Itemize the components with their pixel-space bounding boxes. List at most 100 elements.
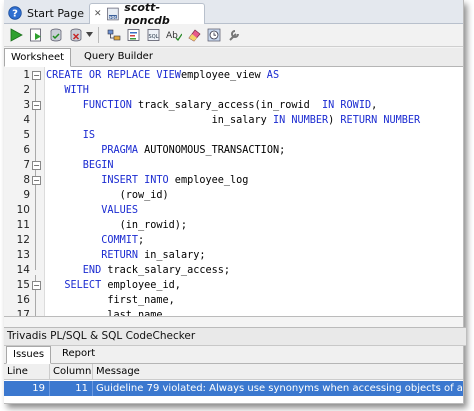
code-line[interactable]: 8− INSERT INTO employee_log bbox=[4, 173, 463, 188]
codechecker-panel-title: Trivadis PL/SQL & SQL CodeChecker bbox=[4, 327, 466, 346]
code-line[interactable]: 11 (in_rowid); bbox=[4, 218, 463, 233]
explain-plan-icon[interactable] bbox=[106, 27, 122, 43]
fold-toggle-icon[interactable]: − bbox=[32, 71, 41, 80]
tab-issues[interactable]: Issues bbox=[6, 346, 52, 364]
sql-keyword: IS bbox=[46, 130, 96, 141]
code-line[interactable]: 10 VALUES bbox=[4, 203, 463, 218]
sql-keyword: INSERT INTO bbox=[46, 175, 169, 186]
code-token: (in_rowid); bbox=[46, 220, 188, 231]
dropdown-arrow-icon[interactable] bbox=[85, 27, 93, 43]
issue-column-cell: 11 bbox=[50, 381, 93, 396]
fold-toggle-icon[interactable]: − bbox=[32, 176, 41, 185]
code-text: IS bbox=[46, 128, 95, 143]
fold-toggle-icon[interactable]: − bbox=[32, 281, 41, 290]
fold-toggle-icon[interactable]: − bbox=[32, 101, 41, 110]
line-number: 11 bbox=[16, 219, 30, 231]
sql-tuning-advisor-icon[interactable]: SQL bbox=[146, 27, 162, 43]
code-text: COMMIT; bbox=[46, 233, 144, 248]
editor-view-tabs: Worksheet Query Builder bbox=[4, 48, 463, 67]
code-line[interactable]: 4 in_salary IN NUMBER) RETURN NUMBER bbox=[4, 113, 463, 128]
code-token: employee_id, bbox=[101, 280, 181, 291]
column-header-message[interactable]: Message bbox=[93, 364, 463, 380]
line-number: 6 bbox=[23, 144, 30, 156]
svg-text:SQL: SQL bbox=[149, 34, 159, 40]
line-number: 14 bbox=[16, 264, 30, 276]
code-text: last_name, bbox=[46, 308, 169, 317]
rollback-icon[interactable] bbox=[68, 27, 84, 43]
code-token: track_salary_access(in_rowid bbox=[131, 100, 323, 111]
run-script-icon[interactable] bbox=[28, 27, 44, 43]
code-text: VALUES bbox=[46, 203, 138, 218]
svg-text:?: ? bbox=[12, 9, 18, 20]
code-line[interactable]: 17 last_name, bbox=[4, 308, 463, 317]
code-token: in_salary bbox=[46, 115, 273, 126]
worksheet-toolbar: SQL Ab bbox=[4, 24, 463, 47]
sql-keyword: IN ROWID bbox=[322, 100, 372, 111]
line-number: 1 bbox=[23, 69, 30, 81]
code-line[interactable]: 12 COMMIT; bbox=[4, 233, 463, 248]
column-header-column[interactable]: Column bbox=[50, 364, 93, 380]
code-line[interactable]: 1− CREATE OR REPLACE VIEWemployee_view AS bbox=[4, 68, 463, 83]
line-number: 10 bbox=[16, 204, 30, 216]
commit-icon[interactable] bbox=[48, 27, 64, 43]
code-text: RETURN in_salary; bbox=[46, 248, 205, 263]
sql-keyword: IN NUMBER bbox=[272, 115, 329, 126]
clear-eraser-icon[interactable] bbox=[186, 27, 202, 43]
code-token: track_salary_access; bbox=[101, 265, 231, 276]
code-line[interactable]: 9 (row_id) bbox=[4, 188, 463, 203]
code-token: in_salary; bbox=[138, 250, 206, 261]
code-line[interactable]: 15− SELECT employee_id, bbox=[4, 278, 463, 293]
tab-start-page[interactable]: ? Start Page bbox=[8, 3, 84, 23]
sql-keyword: RETURN NUMBER bbox=[340, 115, 421, 126]
sql-keyword: PRAGMA bbox=[46, 145, 139, 156]
line-number: 13 bbox=[16, 249, 30, 261]
line-number: 2 bbox=[23, 84, 30, 96]
sql-keyword: WITH bbox=[46, 85, 89, 96]
code-line[interactable]: 6 PRAGMA AUTONOMOUS_TRANSACTION; bbox=[4, 143, 463, 158]
issues-table: Line Column Message 19 11 Guideline 79 v… bbox=[4, 364, 463, 403]
sql-history-icon[interactable] bbox=[206, 27, 222, 43]
code-text: WITH bbox=[46, 83, 89, 98]
tab-worksheet[interactable]: Worksheet bbox=[4, 48, 72, 67]
tab-start-page-label: Start Page bbox=[27, 6, 84, 20]
spell-check-icon[interactable]: Ab bbox=[166, 27, 182, 43]
code-text: END track_salary_access; bbox=[46, 263, 230, 278]
issue-message-cell: Guideline 79 violated: Always use synony… bbox=[93, 381, 463, 396]
close-tab-icon[interactable]: ✕ bbox=[94, 9, 102, 19]
code-text: FUNCTION track_salary_access(in_rowid IN… bbox=[46, 98, 377, 113]
code-token: , bbox=[371, 100, 378, 111]
code-line[interactable]: 16 first_name, bbox=[4, 293, 463, 308]
tab-report[interactable]: Report bbox=[56, 346, 101, 362]
line-number: 4 bbox=[23, 114, 30, 126]
code-text: in_salary IN NUMBER) RETURN NUMBER bbox=[46, 113, 421, 128]
line-number: 17 bbox=[16, 309, 30, 317]
issue-line-cell: 19 bbox=[4, 381, 50, 396]
code-line[interactable]: 5 IS bbox=[4, 128, 463, 143]
tab-query-builder[interactable]: Query Builder bbox=[78, 48, 159, 65]
code-token: last_name, bbox=[46, 310, 169, 317]
autotrace-icon[interactable] bbox=[126, 27, 142, 43]
column-header-line[interactable]: Line bbox=[4, 364, 50, 380]
sql-keyword: CREATE OR REPLACE VIEW bbox=[46, 70, 181, 81]
sql-keyword: END bbox=[46, 265, 102, 276]
code-text: BEGIN bbox=[46, 158, 114, 173]
code-line[interactable]: 13 RETURN in_salary; bbox=[4, 248, 463, 263]
code-text: SELECT employee_id, bbox=[46, 278, 181, 293]
code-text: CREATE OR REPLACE VIEWemployee_view AS bbox=[46, 68, 279, 83]
code-line[interactable]: 14 END track_salary_access; bbox=[4, 263, 463, 278]
tab-scott-noncdb[interactable]: ✕ SQL scott-noncdb bbox=[89, 1, 205, 27]
unshared-sql-icon[interactable] bbox=[226, 27, 242, 43]
sql-keyword: COMMIT bbox=[46, 235, 139, 246]
svg-text:Ab: Ab bbox=[166, 31, 178, 41]
help-circle-icon: ? bbox=[8, 6, 22, 20]
code-line[interactable]: 2 WITH bbox=[4, 83, 463, 98]
code-token: employee_log bbox=[168, 175, 249, 186]
code-line[interactable]: 7− BEGIN bbox=[4, 158, 463, 173]
code-line[interactable]: 3− FUNCTION track_salary_access(in_rowid… bbox=[4, 98, 463, 113]
sql-code-editor[interactable]: 1− CREATE OR REPLACE VIEWemployee_view AS… bbox=[4, 67, 463, 317]
fold-toggle-icon[interactable]: − bbox=[32, 161, 41, 170]
sql-keyword: FUNCTION bbox=[46, 100, 132, 111]
run-statement-icon[interactable] bbox=[8, 27, 24, 43]
code-token: ; bbox=[138, 235, 145, 246]
line-number: 8 bbox=[23, 174, 30, 186]
